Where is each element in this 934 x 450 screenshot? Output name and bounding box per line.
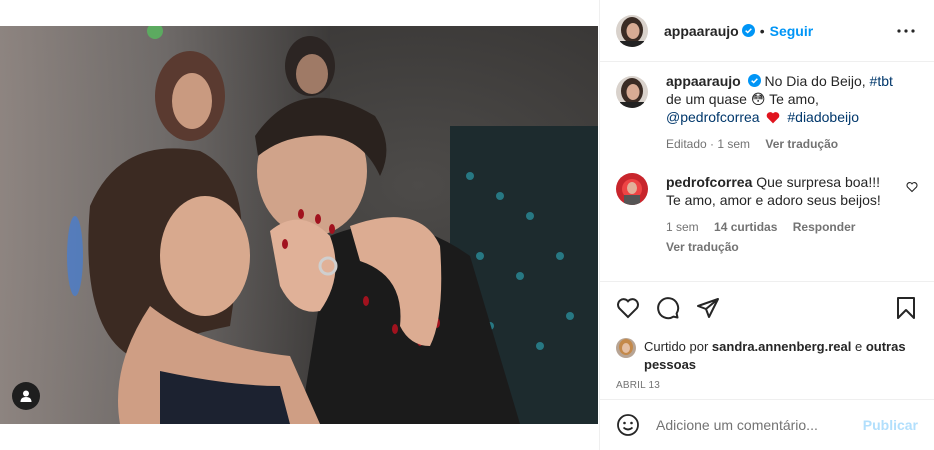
author-username[interactable]: appaaraujo xyxy=(664,23,739,39)
like-comment-heart-icon[interactable] xyxy=(906,181,918,193)
liker-username[interactable]: sandra.annenberg.real xyxy=(712,339,851,354)
share-paper-plane-icon[interactable] xyxy=(696,296,720,320)
reply-button[interactable]: Responder xyxy=(793,220,856,234)
post-header: appaaraujo • Seguir xyxy=(600,0,934,62)
more-options-button[interactable] xyxy=(894,19,918,43)
caption-avatar[interactable] xyxy=(616,76,648,108)
more-options-icon xyxy=(897,28,915,33)
post-date[interactable]: ABRIL 13 xyxy=(616,380,918,391)
caption-username[interactable]: appaaraujo xyxy=(666,73,741,89)
bottom-spacer xyxy=(0,424,598,450)
post-image[interactable] xyxy=(0,26,598,424)
verified-badge-icon xyxy=(747,74,761,87)
hashtag-link[interactable]: #tbt xyxy=(870,73,893,89)
comment-item: pedrofcorrea Que surpresa boa!!! Te amo,… xyxy=(616,173,918,256)
emoji-picker-icon[interactable] xyxy=(616,413,640,437)
comments-section: appaaraujo No Dia do Beijo, #tbt de um q… xyxy=(600,62,934,281)
like-heart-icon[interactable] xyxy=(616,296,640,320)
save-bookmark-icon[interactable] xyxy=(894,296,918,320)
liked-by-and: e xyxy=(851,339,866,354)
author-avatar[interactable] xyxy=(616,14,648,47)
comment-likes-count[interactable]: 14 curtidas xyxy=(714,220,777,234)
caption-text: Te amo, xyxy=(765,91,819,107)
comment-bubble-icon[interactable] xyxy=(656,296,680,320)
see-translation-link[interactable]: Ver tradução xyxy=(666,240,739,254)
post-detail-panel: appaaraujo • Seguir appaaraujo No Dia do… xyxy=(599,0,934,450)
liked-by-prefix: Curtido por xyxy=(644,339,712,354)
separator-dot: • xyxy=(759,22,765,39)
liked-by: Curtido por sandra.annenberg.real e outr… xyxy=(616,338,918,374)
caption-text: No Dia do Beijo, xyxy=(764,73,870,89)
verified-badge-icon xyxy=(741,24,755,37)
add-comment-bar: Adicione um comentário... Publicar xyxy=(600,399,934,450)
post-comment-button[interactable]: Publicar xyxy=(863,417,918,433)
see-translation-link[interactable]: Ver tradução xyxy=(765,137,838,151)
caption-edited-time: Editado · 1 sem xyxy=(666,137,751,151)
commenter-avatar[interactable] xyxy=(616,173,648,205)
red-heart-emoji-icon xyxy=(767,112,780,124)
comment-input[interactable]: Adicione um comentário... xyxy=(656,417,863,433)
hashtag-link[interactable]: #diadobeijo xyxy=(787,109,859,125)
user-icon xyxy=(20,390,32,402)
caption-text: de um quase xyxy=(666,91,751,107)
post-actions: Curtido por sandra.annenberg.real e outr… xyxy=(600,281,934,399)
follow-button[interactable]: Seguir xyxy=(770,23,814,39)
mention-link[interactable]: @pedrofcorrea xyxy=(666,109,760,125)
tagged-users-button[interactable] xyxy=(12,382,40,410)
commenter-username[interactable]: pedrofcorrea xyxy=(666,174,752,190)
top-spacer xyxy=(0,0,598,26)
liker-avatar[interactable] xyxy=(616,338,636,358)
comment-time: 1 sem xyxy=(666,220,699,234)
caption: appaaraujo No Dia do Beijo, #tbt de um q… xyxy=(616,73,918,153)
flushed-emoji-icon: 😳 xyxy=(750,91,766,107)
